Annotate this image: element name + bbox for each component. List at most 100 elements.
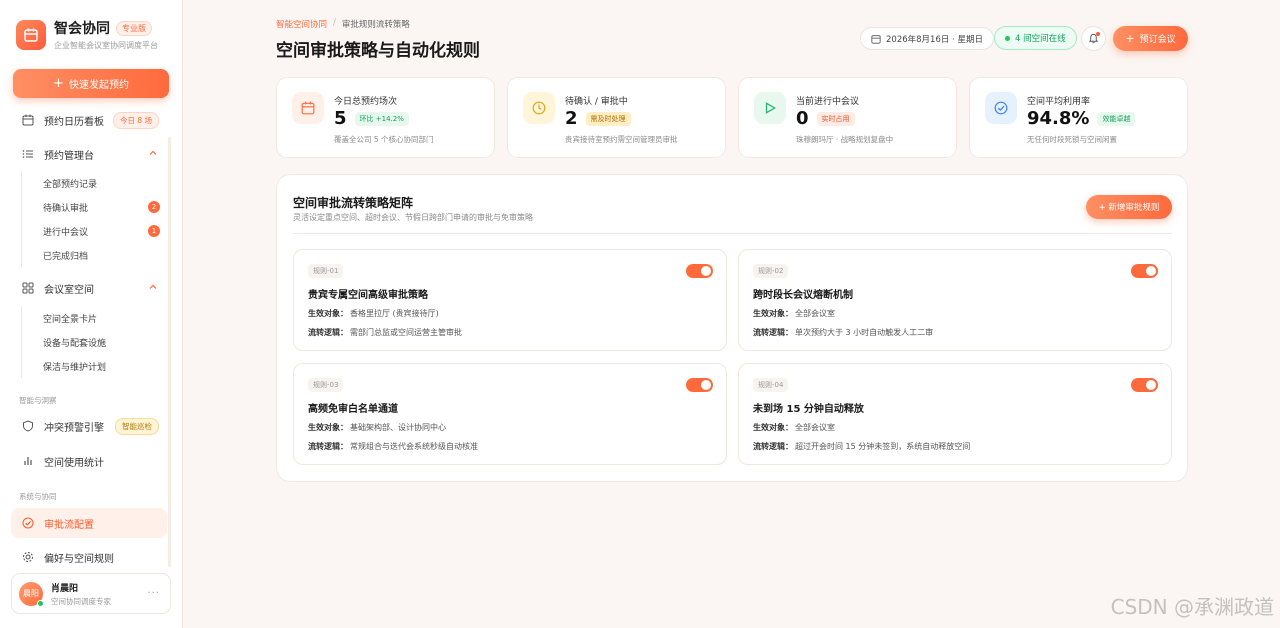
calendar-icon xyxy=(292,92,324,124)
rule-toggle[interactable] xyxy=(686,378,713,392)
rule-logic: 需部门总监或空间运营主管审批 xyxy=(350,328,462,337)
list-icon xyxy=(22,148,34,160)
status-badge: 实时占用 xyxy=(816,111,855,126)
breadcrumb-item[interactable]: 智能空间协同 xyxy=(276,18,327,30)
brand-subtitle: 企业智能会议室协同调度平台 xyxy=(54,41,158,50)
pending-count-badge: 2 xyxy=(148,201,160,213)
rule-title: 贵宾专属空间高级审批策略 xyxy=(308,290,428,301)
booking-submenu: 全部预约记录 待确认审批 2 进行中会议 1 已完成归档 xyxy=(21,171,160,267)
sidebar-group-label: 会议室空间 xyxy=(44,284,94,296)
sidebar: 智会协同 专业版 企业智能会议室协同调度平台 + 快速发起预约 预约日历看板 今… xyxy=(0,0,183,628)
stat-note: 贵宾接待室预约需空间管理员审批 xyxy=(565,135,678,144)
more-options-icon[interactable]: ··· xyxy=(147,588,160,599)
add-rule-button[interactable]: + 新增审批规则 xyxy=(1086,195,1172,219)
sidebar-subitem-label: 待确认审批 xyxy=(43,203,89,214)
rule-card: 规则-03 高频免审白名单通道 生效对象： 基础架构部、设计协同中心 流转逻辑：… xyxy=(293,363,727,465)
sidebar-item-label: 冲突预警引擎 xyxy=(44,422,104,434)
stat-label: 待确认 / 审批中 xyxy=(565,97,628,107)
sidebar-item-approval-config[interactable]: 审批流配置 xyxy=(11,508,167,538)
rule-target-key: 生效对象： xyxy=(753,309,793,318)
rule-target-key: 生效对象： xyxy=(308,423,348,432)
online-rooms-status: 4 间空间在线 xyxy=(994,26,1077,50)
sidebar-item-calendar[interactable]: 预约日历看板 今日 8 场 xyxy=(11,108,167,132)
rule-toggle[interactable] xyxy=(686,264,713,278)
stat-value: 94.8% xyxy=(1027,108,1090,129)
stat-value: 0 xyxy=(796,108,809,129)
rule-title: 未到场 15 分钟自动释放 xyxy=(753,404,864,415)
rule-target-key: 生效对象： xyxy=(308,309,348,318)
rule-target: 基础架构部、设计协同中心 xyxy=(350,423,446,432)
sidebar-item-stats[interactable]: 空间使用统计 xyxy=(11,449,167,473)
rule-target: 全部会议室 xyxy=(795,309,835,318)
check-circle-icon xyxy=(22,517,34,529)
toggle-knob xyxy=(701,380,711,390)
rule-logic-key: 流转逻辑： xyxy=(753,328,793,337)
rule-toggle[interactable] xyxy=(1131,264,1158,278)
toggle-knob xyxy=(1146,266,1156,276)
gear-icon xyxy=(22,551,34,563)
stat-note: 覆盖全公司 5 个核心协同部门 xyxy=(334,135,434,144)
quick-booking-label: 快速发起预约 xyxy=(68,80,129,91)
bar-chart-icon xyxy=(22,455,34,467)
watermark: CSDN @承渊政道 xyxy=(1110,595,1274,619)
page-title: 空间审批策略与自动化规则 xyxy=(276,41,480,61)
rule-logic: 常规组合与迭代会系统秒级自动核准 xyxy=(350,442,478,451)
rooms-submenu: 空间全景卡片 设备与配套设施 保洁与维护计划 xyxy=(21,306,160,378)
sidebar-subitem-all-bookings[interactable]: 全部预约记录 xyxy=(22,171,160,195)
avatar: 晨阳 xyxy=(19,581,44,607)
stat-note: 珠穆朗玛厅 · 战略规划复盘中 xyxy=(796,135,894,144)
user-card[interactable]: 晨阳 肖晨阳 空间协同调度专家 ··· xyxy=(11,573,171,614)
divider xyxy=(293,233,1172,234)
play-icon xyxy=(754,92,786,124)
rule-card: 规则-02 跨时段长会议熔断机制 生效对象： 全部会议室 流转逻辑： 单次预约大… xyxy=(738,249,1172,351)
rule-id: 规则-02 xyxy=(753,264,789,278)
chevron-up-icon xyxy=(149,149,157,160)
quick-booking-button[interactable]: + 快速发起预约 xyxy=(13,69,169,98)
sidebar-group-booking[interactable]: 预约管理台 xyxy=(11,142,167,166)
stat-note: 无任何时段死锁与空间闲置 xyxy=(1027,135,1117,144)
plus-icon: + xyxy=(1125,32,1135,45)
sidebar-item-conflict[interactable]: 冲突预警引擎 智能巡检 xyxy=(11,414,167,438)
sidebar-subitem-pending[interactable]: 待确认审批 2 xyxy=(22,195,160,219)
rule-target: 香格里拉厅 (贵宾接待厅) xyxy=(350,309,439,318)
sidebar-subitem-maintenance[interactable]: 保洁与维护计划 xyxy=(22,354,160,378)
sidebar-item-preferences[interactable]: 偏好与空间规则 xyxy=(11,545,167,569)
breadcrumb-item: 审批规则流转策略 xyxy=(341,20,410,30)
panel-title: 空间审批流转策略矩阵 xyxy=(293,196,414,210)
section-title-insight: 智能与洞察 xyxy=(19,396,57,405)
stat-card-today-bookings: 今日总预约场次 5 环比 +14.2% 覆盖全公司 5 个核心协同部门 xyxy=(276,77,495,158)
edition-badge: 专业版 xyxy=(116,20,152,36)
sidebar-item-label: 审批流配置 xyxy=(44,519,94,531)
stat-label: 空间平均利用率 xyxy=(1027,97,1091,107)
clock-icon xyxy=(523,92,555,124)
notification-button[interactable] xyxy=(1081,26,1106,51)
rule-id: 规则-04 xyxy=(753,378,789,392)
rule-logic-key: 流转逻辑： xyxy=(753,442,793,451)
rule-logic-key: 流转逻辑： xyxy=(308,442,348,451)
toggle-knob xyxy=(701,266,711,276)
sidebar-subitem-room-cards[interactable]: 空间全景卡片 xyxy=(22,306,160,330)
rule-title: 跨时段长会议熔断机制 xyxy=(753,290,853,301)
breadcrumb: 智能空间协同 / 审批规则流转策略 xyxy=(276,18,410,30)
sidebar-item-label: 空间使用统计 xyxy=(44,457,104,469)
sidebar-subitem-label: 全部预约记录 xyxy=(43,179,98,190)
book-meeting-button[interactable]: + 预订会议 xyxy=(1113,26,1188,51)
rule-toggle[interactable] xyxy=(1131,378,1158,392)
rule-logic: 单次预约大于 3 小时自动触发人工二审 xyxy=(795,328,934,337)
sidebar-subitem-in-progress[interactable]: 进行中会议 1 xyxy=(22,219,160,243)
stat-card-in-progress: 当前进行中会议 0 实时占用 珠穆朗玛厅 · 战略规划复盘中 xyxy=(738,77,957,158)
notification-dot xyxy=(1096,32,1100,36)
current-date: 2026年8月16日 · 星期日 xyxy=(886,34,983,45)
sidebar-subitem-label: 已完成归档 xyxy=(43,251,89,262)
status-badge: 需及时处理 xyxy=(585,111,631,126)
shield-icon xyxy=(22,420,34,432)
sidebar-subitem-equipment[interactable]: 设备与配套设施 xyxy=(22,330,160,354)
toggle-knob xyxy=(1146,380,1156,390)
calendar-icon xyxy=(871,34,881,44)
sidebar-scrollbar[interactable] xyxy=(168,137,171,567)
sidebar-subitem-archived[interactable]: 已完成归档 xyxy=(22,243,160,267)
sidebar-group-rooms[interactable]: 会议室空间 xyxy=(11,276,167,300)
sidebar-subitem-label: 进行中会议 xyxy=(43,227,89,238)
section-title-system: 系统与协同 xyxy=(19,492,57,501)
plus-icon: + xyxy=(53,76,64,91)
